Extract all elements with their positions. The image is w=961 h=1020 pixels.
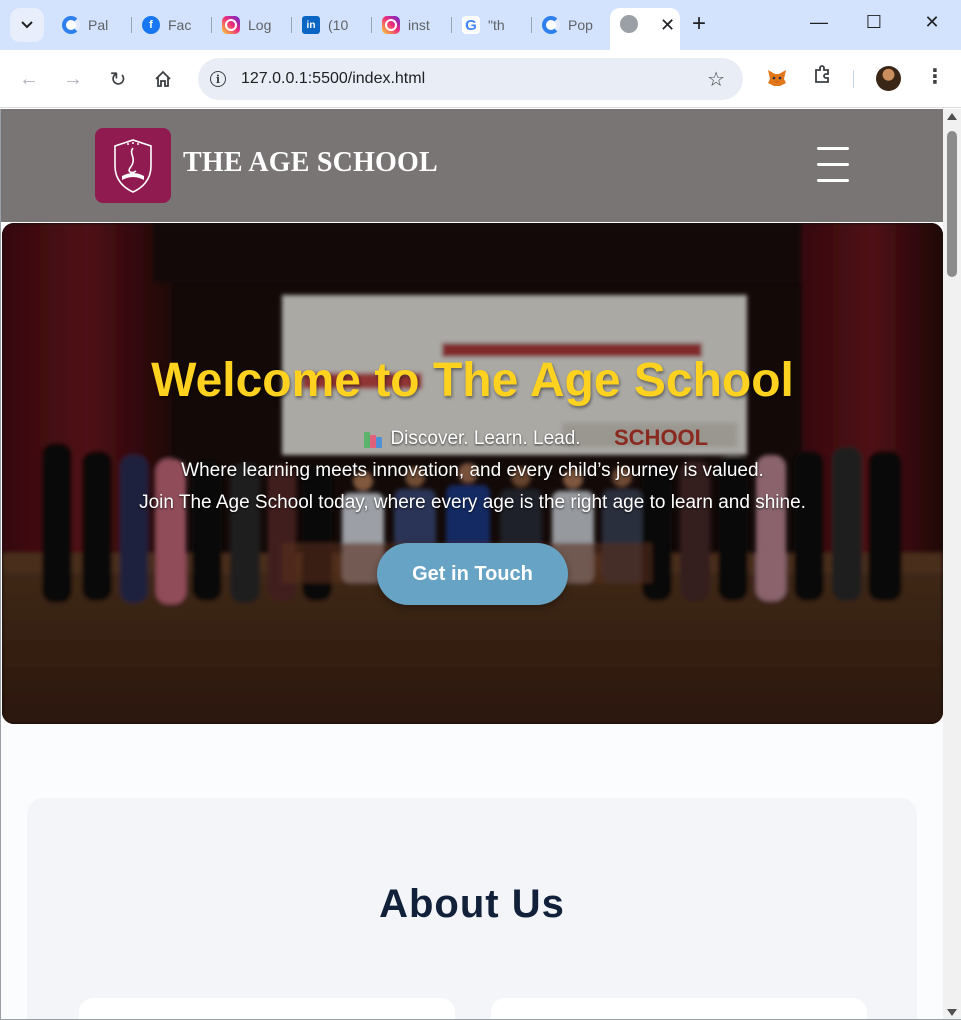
browser-tab[interactable]: G "th <box>452 8 532 42</box>
browser-tab[interactable]: inst <box>372 8 452 42</box>
instagram-icon <box>222 16 240 34</box>
browser-tab[interactable]: Pop <box>532 8 610 42</box>
scroll-up-arrow-icon[interactable] <box>947 113 957 120</box>
about-card: About Us <box>27 798 917 1019</box>
metamask-fox-icon[interactable] <box>766 67 788 89</box>
page-scrollbar[interactable] <box>943 109 961 1019</box>
facebook-icon: f <box>142 16 160 34</box>
browser-tab-active[interactable]: ✕ <box>610 8 680 50</box>
browser-tab-strip: Pal f Fac Log in (10 inst G "th Pop ✕ + … <box>0 0 961 50</box>
instagram-icon <box>382 16 400 34</box>
forward-arrow-icon[interactable]: → <box>59 65 87 93</box>
address-bar[interactable]: i 127.0.0.1:5500/index.html ☆ <box>198 58 743 100</box>
site-info-icon[interactable]: i <box>210 71 226 87</box>
about-subcard <box>491 998 867 1019</box>
profile-avatar[interactable] <box>876 66 901 91</box>
site-title[interactable]: THE AGE SCHOOL <box>183 147 438 179</box>
google-icon: G <box>462 16 480 34</box>
linkedin-icon: in <box>302 16 320 34</box>
browser-tab[interactable]: in (10 <box>292 8 372 42</box>
hamburger-menu-icon[interactable] <box>817 145 849 185</box>
close-tab-icon[interactable]: ✕ <box>660 15 675 36</box>
get-in-touch-button[interactable]: Get in Touch <box>377 543 568 605</box>
browser-toolbar: ← → ↻ i 127.0.0.1:5500/index.html ☆ ⋮ <box>0 50 961 108</box>
site-header: THE AGE SCHOOL <box>1 109 943 222</box>
hero-description-line: Where learning meets innovation, and eve… <box>181 460 764 481</box>
url-text: 127.0.0.1:5500/index.html <box>241 70 426 87</box>
scrollbar-thumb[interactable] <box>947 131 957 277</box>
browser-tab[interactable]: f Fac <box>132 8 212 42</box>
browser-tab[interactable]: Pal <box>52 8 132 42</box>
home-icon[interactable] <box>149 65 177 93</box>
tab-search-button[interactable] <box>10 8 44 42</box>
about-section: About Us <box>1 724 943 1019</box>
hero-content: Welcome to The Age School Discover. Lear… <box>2 223 943 724</box>
scroll-down-arrow-icon[interactable] <box>947 1009 957 1016</box>
hero-section: SCHOOL Welcome to The Age School Discove… <box>2 223 943 724</box>
extensions-puzzle-icon[interactable] <box>812 64 832 90</box>
browser-tab[interactable]: Log <box>212 8 292 42</box>
new-tab-button[interactable]: + <box>692 12 706 36</box>
about-title: About Us <box>379 882 565 926</box>
more-menu-icon[interactable]: ⋮ <box>925 64 945 89</box>
close-window-icon[interactable]: ✕ <box>917 12 947 33</box>
canva-icon <box>542 16 560 34</box>
reload-icon[interactable]: ↻ <box>104 65 132 93</box>
bookmark-star-icon[interactable]: ☆ <box>707 67 725 92</box>
chevron-down-icon <box>21 21 33 29</box>
hero-tagline: Discover. Learn. Lead. <box>2 428 943 450</box>
minimize-window-icon[interactable]: — <box>804 12 834 33</box>
about-subcard <box>79 998 455 1019</box>
globe-icon <box>620 15 638 33</box>
hero-title: Welcome to The Age School <box>151 354 794 407</box>
school-crest-icon[interactable] <box>95 128 171 203</box>
canva-icon <box>62 16 80 34</box>
hero-description-line: Join The Age School today, where every a… <box>139 492 806 513</box>
back-arrow-icon[interactable]: ← <box>15 65 43 93</box>
maximize-window-icon[interactable]: ☐ <box>859 12 889 33</box>
books-icon <box>364 430 383 448</box>
page-viewport: THE AGE SCHOOL SCHOOL Welcome to The Age… <box>0 109 961 1020</box>
